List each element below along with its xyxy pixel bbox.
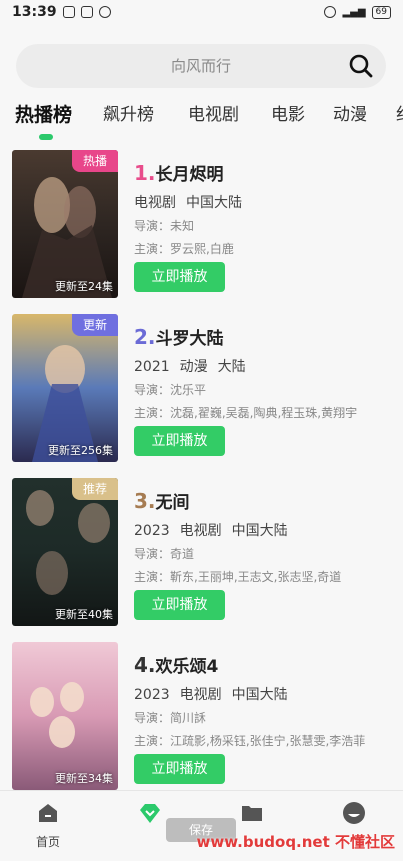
search-input[interactable]: 向风而行	[16, 44, 346, 88]
meta-row: 2021 动漫 大陆	[134, 356, 256, 376]
director: 导演：奇道	[134, 547, 195, 561]
category-tabs: 热播榜 飙升榜 电视剧 电影 动漫 纪	[0, 100, 403, 140]
year: 2023	[134, 523, 170, 539]
genre: 电视剧	[179, 523, 222, 539]
list-item[interactable]: 热播 更新至24集 1.长月烬明 电视剧 中国大陆 导演：未知 主演：罗云熙,白鹿…	[0, 150, 403, 300]
status-right: ▂▄▆ 69	[324, 5, 391, 19]
update-status: 更新至256集	[48, 444, 113, 457]
list-item[interactable]: 更新 更新至256集 2.斗罗大陆 2021 动漫 大陆 导演：沈乐平 主演：沈磊,…	[0, 314, 403, 464]
title-text: 欢乐颂4	[155, 657, 219, 677]
badge-recommend: 推荐	[72, 478, 118, 500]
title-text: 斗罗大陆	[155, 329, 224, 349]
poster-image[interactable]: 更新 更新至256集	[12, 314, 118, 462]
region: 大陆	[217, 359, 246, 375]
search-bar[interactable]: 向风而行	[16, 44, 386, 88]
poster-art	[12, 150, 118, 298]
folder-icon	[242, 806, 262, 821]
signal-icon: ▂▄▆	[342, 6, 366, 18]
search-icon[interactable]	[348, 53, 374, 79]
genre: 动漫	[179, 359, 208, 375]
item-title[interactable]: 3.无间	[134, 488, 190, 513]
status-left: 13:39	[12, 4, 111, 20]
notification-icon	[62, 6, 75, 18]
play-button[interactable]: 立即播放	[134, 754, 225, 784]
nav-home[interactable]: 首页	[18, 801, 78, 850]
update-status: 更新至40集	[55, 608, 113, 621]
tab-hot[interactable]: 热播榜	[15, 100, 72, 130]
list-item[interactable]: 更新至34集 4.欢乐颂4 2023 电视剧 中国大陆 导演：简川訸 主演：江疏影,…	[0, 642, 403, 792]
play-button[interactable]: 立即播放	[134, 262, 225, 292]
update-status: 更新至24集	[55, 280, 113, 293]
tab-movie[interactable]: 电影	[271, 100, 305, 130]
watermark: www.budoq.net 不懂社区	[196, 833, 395, 851]
poster-image[interactable]: 热播 更新至24集	[12, 150, 118, 298]
title-text: 长月烬明	[155, 165, 224, 185]
status-bar: 13:39 ▂▄▆ 69	[0, 0, 403, 24]
home-icon	[39, 804, 57, 822]
nav-home-label: 首页	[35, 835, 60, 849]
tab-indicator	[39, 134, 53, 140]
list-item[interactable]: 推荐 更新至40集 3.无间 2023 电视剧 中国大陆 导演：奇道 主演：靳东,王…	[0, 478, 403, 628]
year: 2021	[134, 359, 170, 375]
rank-number: 2.	[134, 325, 156, 349]
genre: 电视剧	[134, 195, 176, 211]
play-button[interactable]: 立即播放	[134, 426, 225, 456]
app-notification-icon	[80, 6, 93, 18]
year: 2023	[134, 687, 170, 703]
alarm-icon	[324, 6, 337, 18]
actors: 主演：沈磊,翟巍,吴磊,陶典,程玉珠,黄翔宇	[134, 406, 358, 420]
meta-row: 2023 电视剧 中国大陆	[134, 684, 298, 704]
director: 导演：简川訸	[134, 711, 207, 725]
actors: 主演：江疏影,杨采钰,张佳宁,张慧雯,李浩菲	[134, 734, 366, 748]
update-status: 更新至34集	[55, 772, 113, 785]
genre: 电视剧	[179, 687, 222, 703]
director: 导演：沈乐平	[134, 383, 207, 397]
item-title[interactable]: 4.欢乐颂4	[134, 652, 218, 677]
tab-tv[interactable]: 电视剧	[188, 100, 239, 130]
poster-art	[12, 478, 118, 626]
play-button[interactable]: 立即播放	[134, 590, 225, 620]
badge-hot: 热播	[72, 150, 118, 172]
badge-update: 更新	[72, 314, 118, 336]
rank-number: 3.	[134, 489, 156, 513]
tab-documentary[interactable]: 纪	[396, 100, 403, 130]
director: 导演：未知	[134, 219, 195, 233]
battery-icon: 69	[371, 5, 391, 19]
item-title[interactable]: 2.斗罗大陆	[134, 324, 224, 349]
poster-image[interactable]: 推荐 更新至40集	[12, 478, 118, 626]
title-text: 无间	[155, 493, 190, 513]
status-time: 13:39	[12, 4, 57, 20]
item-title[interactable]: 1.长月烬明	[134, 160, 224, 185]
meta-row: 电视剧 中国大陆	[134, 192, 252, 212]
meta-row: 2023 电视剧 中国大陆	[134, 520, 298, 540]
profile-icon	[343, 802, 365, 824]
region: 中国大陆	[231, 687, 288, 703]
rank-number: 1.	[134, 161, 156, 185]
tab-anime[interactable]: 动漫	[333, 100, 367, 130]
actors: 主演：靳东,王丽坤,王志文,张志坚,奇道	[134, 570, 342, 584]
poster-art	[12, 314, 118, 462]
tab-rising[interactable]: 飙升榜	[103, 100, 154, 130]
region: 中国大陆	[186, 195, 242, 211]
diamond-icon	[140, 804, 160, 823]
weibo-icon	[98, 6, 111, 18]
rank-number: 4.	[134, 653, 156, 677]
actors: 主演：罗云熙,白鹿	[134, 242, 234, 256]
region: 中国大陆	[231, 523, 288, 539]
poster-art	[12, 642, 118, 790]
nav-profile[interactable]	[324, 801, 384, 825]
poster-image[interactable]: 更新至34集	[12, 642, 118, 790]
